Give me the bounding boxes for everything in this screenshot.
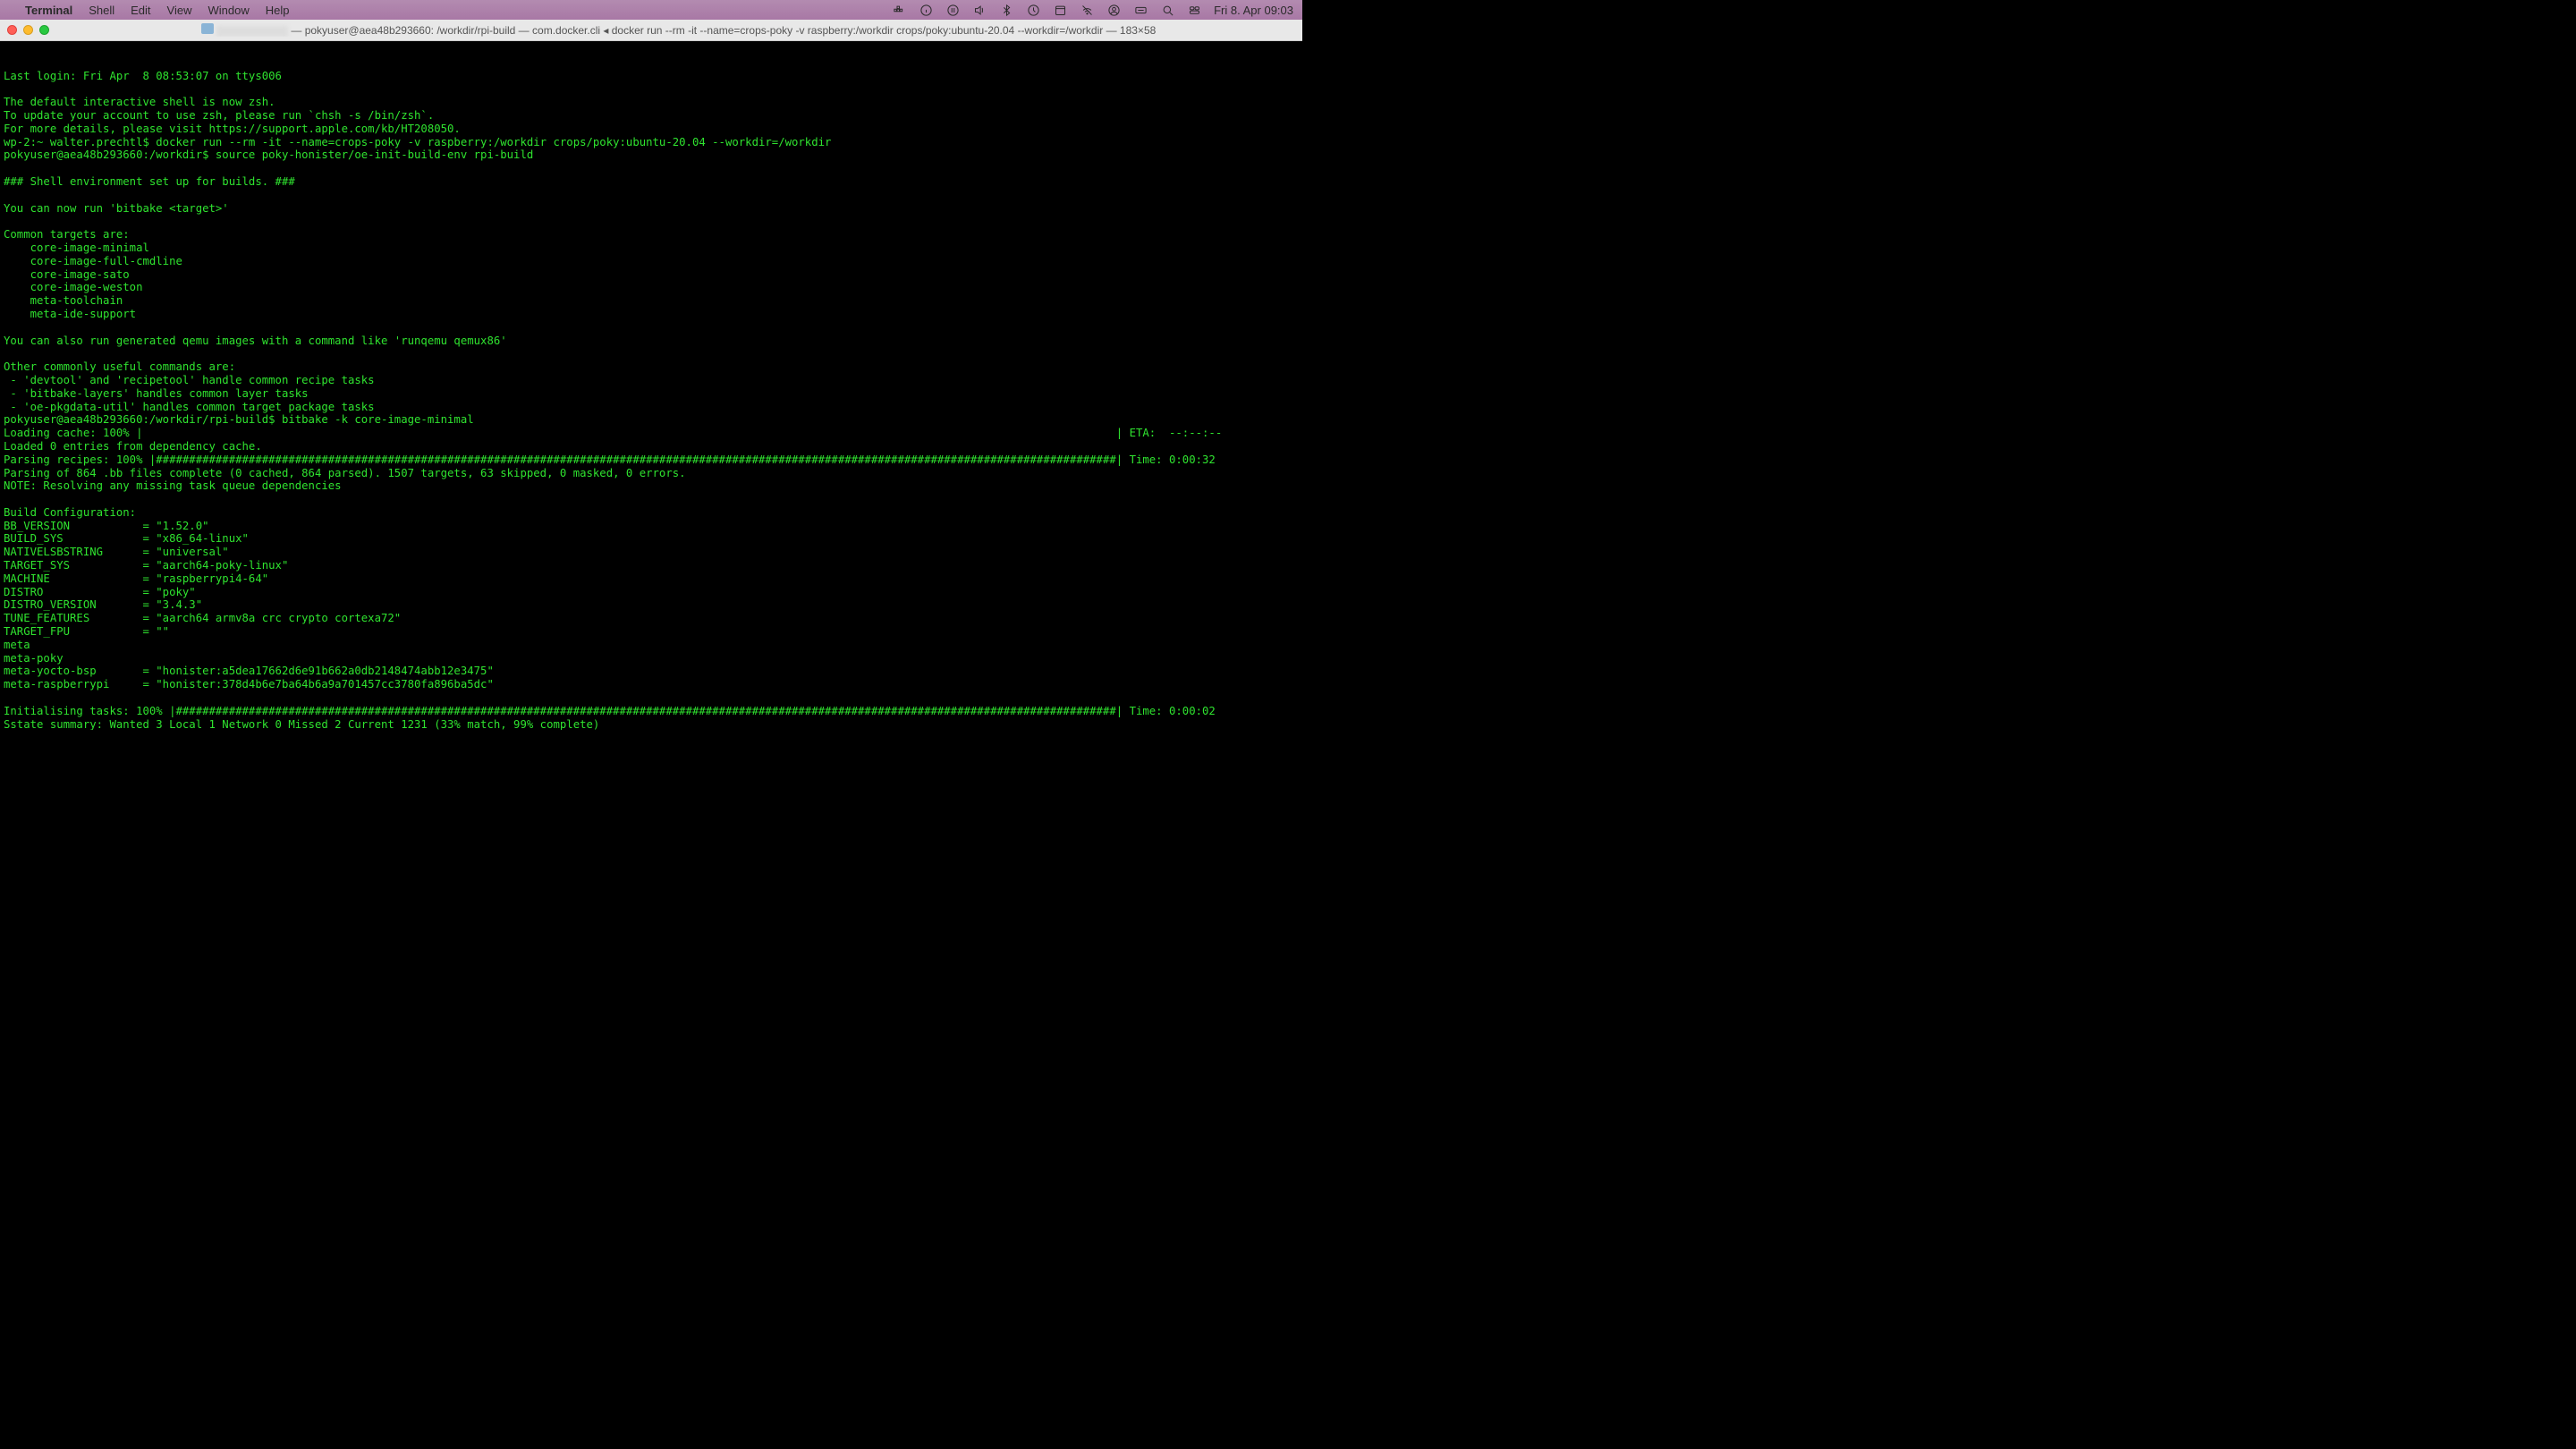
terminal-line: core-image-minimal bbox=[4, 242, 1299, 255]
macos-menubar: Terminal Shell Edit View Window Help Fri… bbox=[0, 0, 1302, 20]
terminal-line: Other commonly useful commands are: bbox=[4, 360, 1299, 374]
terminal-line: meta-toolchain bbox=[4, 294, 1299, 308]
keyboard-icon[interactable] bbox=[1133, 3, 1148, 17]
folder-icon bbox=[201, 23, 214, 34]
terminal-line bbox=[4, 691, 1299, 705]
terminal-line bbox=[4, 347, 1299, 360]
terminal-line: - 'devtool' and 'recipetool' handle comm… bbox=[4, 374, 1299, 387]
menu-edit[interactable]: Edit bbox=[131, 4, 150, 17]
menubar-left: Terminal Shell Edit View Window Help bbox=[9, 4, 290, 17]
terminal-line: For more details, please visit https://s… bbox=[4, 123, 1299, 136]
terminal-line: wp-2:~ walter.prechtl$ docker run --rm -… bbox=[4, 136, 1299, 149]
window-title-text: — pokyuser@aea48b293660: /workdir/rpi-bu… bbox=[288, 24, 1156, 37]
docker-icon[interactable] bbox=[892, 3, 906, 17]
terminal-line: Common targets are: bbox=[4, 228, 1299, 242]
wifi-off-icon[interactable] bbox=[1080, 3, 1094, 17]
menu-help[interactable]: Help bbox=[266, 4, 290, 17]
volume-icon[interactable] bbox=[972, 3, 987, 17]
menu-view[interactable]: View bbox=[167, 4, 192, 17]
terminal-line: TUNE_FEATURES = "aarch64 armv8a crc cryp… bbox=[4, 612, 1299, 625]
terminal-line bbox=[4, 189, 1299, 202]
terminal-line bbox=[4, 82, 1299, 96]
terminal-line: Sstate summary: Wanted 3 Local 1 Network… bbox=[4, 718, 1299, 730]
menubar-right: Fri 8. Apr 09:03 bbox=[892, 3, 1293, 17]
terminal-line: TARGET_FPU = "" bbox=[4, 625, 1299, 639]
terminal-line: Parsing of 864 .bb files complete (0 cac… bbox=[4, 467, 1299, 480]
terminal-line: Last login: Fri Apr 8 08:53:07 on ttys00… bbox=[4, 70, 1299, 83]
terminal-line: meta-ide-support bbox=[4, 308, 1299, 321]
terminal-line: Parsing recipes: 100% |#################… bbox=[4, 453, 1299, 467]
terminal-line: - 'bitbake-layers' handles common layer … bbox=[4, 387, 1299, 401]
menu-shell[interactable]: Shell bbox=[89, 4, 114, 17]
terminal-line: - 'oe-pkgdata-util' handles common targe… bbox=[4, 401, 1299, 414]
window-title: — pokyuser@aea48b293660: /workdir/rpi-bu… bbox=[62, 23, 1295, 37]
terminal-line: meta-yocto-bsp = "honister:a5dea17662d6e… bbox=[4, 665, 1299, 678]
terminal-line: Build Configuration: bbox=[4, 506, 1299, 520]
terminal-line: NOTE: Resolving any missing task queue d… bbox=[4, 479, 1299, 493]
terminal-line: BUILD_SYS = "x86_64-linux" bbox=[4, 532, 1299, 546]
search-icon[interactable] bbox=[1160, 3, 1174, 17]
menubar-clock[interactable]: Fri 8. Apr 09:03 bbox=[1214, 4, 1293, 17]
calendar-icon[interactable] bbox=[1053, 3, 1067, 17]
traffic-lights bbox=[7, 25, 49, 35]
terminal-line: DISTRO = "poky" bbox=[4, 586, 1299, 599]
terminal-line: meta bbox=[4, 639, 1299, 652]
terminal-output: Last login: Fri Apr 8 08:53:07 on ttys00… bbox=[4, 70, 1299, 730]
terminal-line bbox=[4, 321, 1299, 335]
terminal-line: ### Shell environment set up for builds.… bbox=[4, 175, 1299, 189]
terminal-line: pokyuser@aea48b293660:/workdir/rpi-build… bbox=[4, 413, 1299, 427]
terminal-line: The default interactive shell is now zsh… bbox=[4, 96, 1299, 109]
terminal-line: Initialising tasks: 100% |##############… bbox=[4, 705, 1299, 718]
terminal-line: Loading cache: 100% | | ETA: --:--:-- bbox=[4, 427, 1299, 440]
terminal-line: core-image-sato bbox=[4, 268, 1299, 282]
menu-window[interactable]: Window bbox=[208, 4, 250, 17]
terminal-line: core-image-weston bbox=[4, 281, 1299, 294]
terminal-line bbox=[4, 162, 1299, 175]
terminal-line: TARGET_SYS = "aarch64-poky-linux" bbox=[4, 559, 1299, 572]
terminal-viewport[interactable]: Last login: Fri Apr 8 08:53:07 on ttys00… bbox=[0, 41, 1302, 730]
terminal-line bbox=[4, 215, 1299, 228]
terminal-line: You can now run 'bitbake <target>' bbox=[4, 202, 1299, 216]
minimize-button[interactable] bbox=[23, 25, 33, 35]
terminal-line: pokyuser@aea48b293660:/workdir$ source p… bbox=[4, 148, 1299, 162]
pause-icon[interactable] bbox=[945, 3, 960, 17]
terminal-line: Loaded 0 entries from dependency cache. bbox=[4, 440, 1299, 453]
control-center-icon[interactable] bbox=[1187, 3, 1201, 17]
terminal-line: DISTRO_VERSION = "3.4.3" bbox=[4, 598, 1299, 612]
terminal-line: NATIVELSBSTRING = "universal" bbox=[4, 546, 1299, 559]
zoom-button[interactable] bbox=[39, 25, 49, 35]
app-name[interactable]: Terminal bbox=[25, 4, 72, 17]
timemachine-icon[interactable] bbox=[1026, 3, 1040, 17]
info-icon[interactable] bbox=[919, 3, 933, 17]
terminal-line: To update your account to use zsh, pleas… bbox=[4, 109, 1299, 123]
terminal-line: meta-raspberrypi = "honister:378d4b6e7ba… bbox=[4, 678, 1299, 691]
close-button[interactable] bbox=[7, 25, 17, 35]
terminal-line: MACHINE = "raspberrypi4-64" bbox=[4, 572, 1299, 586]
terminal-line: You can also run generated qemu images w… bbox=[4, 335, 1299, 348]
window-titlebar: — pokyuser@aea48b293660: /workdir/rpi-bu… bbox=[0, 20, 1302, 41]
terminal-line: meta-poky bbox=[4, 652, 1299, 665]
bluetooth-icon[interactable] bbox=[999, 3, 1013, 17]
terminal-line: BB_VERSION = "1.52.0" bbox=[4, 520, 1299, 533]
terminal-line: core-image-full-cmdline bbox=[4, 255, 1299, 268]
scrollbar[interactable] bbox=[1299, 41, 1302, 730]
user-icon[interactable] bbox=[1106, 3, 1121, 17]
terminal-line bbox=[4, 493, 1299, 506]
redacted-segment bbox=[216, 26, 288, 37]
